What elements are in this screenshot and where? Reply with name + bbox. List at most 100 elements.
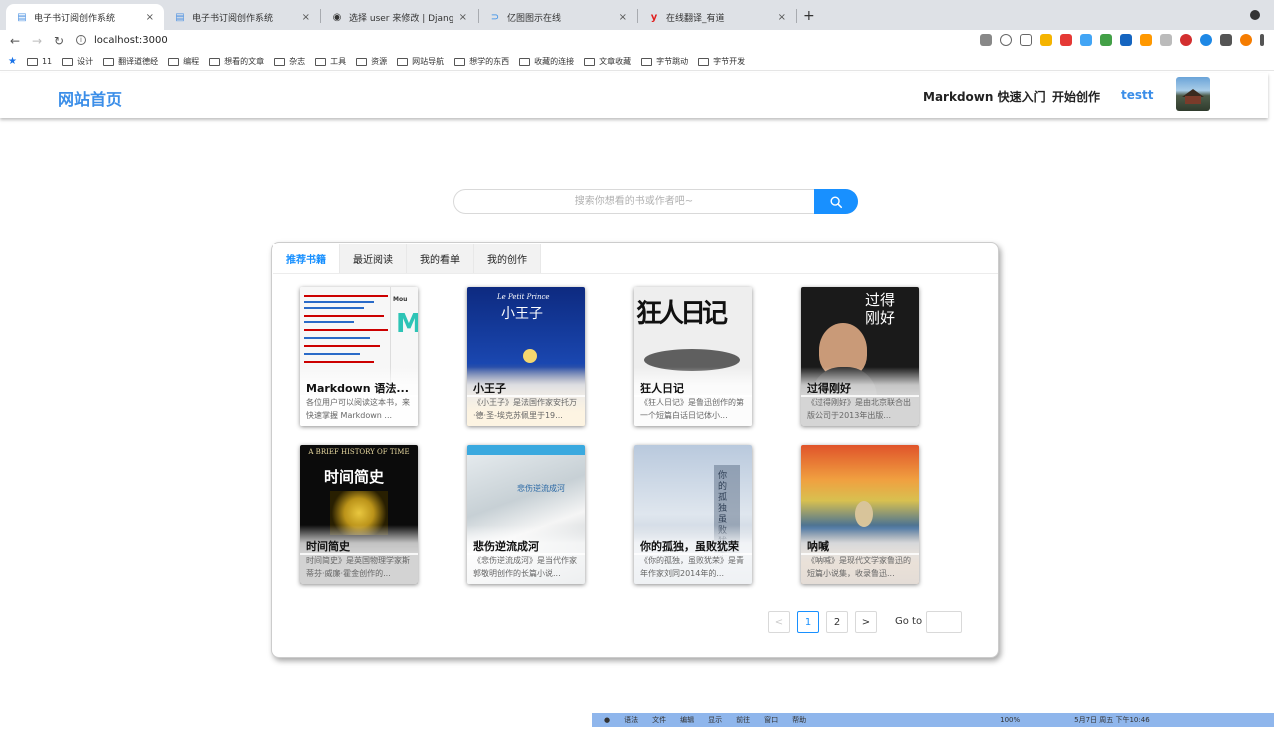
extension-icon[interactable] (1180, 34, 1192, 46)
address-bar[interactable]: i localhost:3000 (76, 32, 168, 48)
book-card[interactable]: 悲伤逆流成河 悲伤逆流成河 《悲伤逆流成河》是当代作家郭敬明创作的长篇小说... (467, 445, 585, 584)
extension-icon[interactable] (1120, 34, 1132, 46)
bookmark-folder[interactable]: 编程 (168, 56, 199, 67)
bookmark-folder[interactable]: 设计 (62, 56, 93, 67)
book-description: 时间简史》是英国物理学家斯蒂芬·威廉·霍金创作的... (300, 553, 418, 584)
book-card[interactable]: Le Petit Prince 小王子 小王子 《小王子》是法国作家安托万·德·… (467, 287, 585, 426)
menu-icon[interactable] (1260, 34, 1264, 46)
bookmark-folder[interactable]: 杂志 (274, 56, 305, 67)
forward-icon[interactable]: → (26, 34, 48, 48)
extension-icon[interactable] (1160, 34, 1172, 46)
bookmark-folder[interactable]: 想学的东西 (454, 56, 509, 67)
profile-icon[interactable] (1240, 34, 1252, 46)
zoom-icon[interactable] (1000, 34, 1012, 46)
clock[interactable]: 5月7日 周五 下午10:46 (1074, 715, 1150, 725)
folder-icon (641, 57, 653, 66)
battery-status: 100% (1000, 716, 1021, 724)
translate-icon[interactable] (980, 34, 992, 46)
book-card[interactable]: Mou M Markdown 语法... 各位用户可以阅读这本书，来快速掌握 M… (300, 287, 418, 426)
search-box (453, 189, 858, 214)
avatar-building (1185, 96, 1201, 104)
bookmark-folder[interactable]: 字节开发 (698, 56, 745, 67)
tab-title: 电子书订阅创作系统 (192, 13, 274, 24)
book-title: 悲伤逆流成河 (473, 540, 539, 553)
book-description: 《小王子》是法国作家安托万·德·圣-埃克苏佩里于19... (467, 395, 585, 426)
goto-page-input[interactable] (926, 611, 962, 633)
page-button-2[interactable]: 2 (826, 611, 848, 633)
tabs-divider (273, 273, 998, 274)
extension-icon[interactable] (1080, 34, 1092, 46)
globe-icon: ◉ (332, 11, 342, 23)
bookmark-folder[interactable]: 资源 (356, 56, 387, 67)
bookmark-folder[interactable]: 字节跳动 (641, 56, 688, 67)
search-button[interactable] (814, 189, 858, 214)
browser-tab-3[interactable]: ◉ 选择 user 来修改 | Django 站点管 × (321, 4, 477, 30)
page-button-1[interactable]: 1 (797, 611, 819, 633)
back-icon[interactable]: ← (4, 34, 26, 48)
close-icon[interactable]: × (778, 12, 786, 23)
new-tab-button[interactable]: + (803, 8, 815, 24)
star-icon[interactable] (1020, 34, 1032, 46)
tab-watchlist[interactable]: 我的看单 (407, 244, 474, 273)
book-card[interactable]: 狂人日记 狂人日记 《狂人日记》是鲁迅创作的第一个短篇白话日记体小... (634, 287, 752, 426)
book-title: 狂人日记 (640, 382, 684, 395)
menu-item[interactable]: 编辑 (680, 715, 694, 725)
apple-icon[interactable]: ● (604, 716, 610, 724)
extension-icon[interactable] (1200, 34, 1212, 46)
nav-markdown-guide[interactable]: Markdown 快速入门 (923, 88, 1046, 105)
nav-start-writing[interactable]: 开始创作 (1052, 88, 1100, 105)
bookmark-folder[interactable]: 网站导航 (397, 56, 444, 67)
bookmark-folder[interactable]: 工具 (315, 56, 346, 67)
extension-icon[interactable] (1140, 34, 1152, 46)
extension-icon[interactable] (1040, 34, 1052, 46)
search-input[interactable] (454, 190, 814, 213)
close-icon[interactable]: × (459, 12, 467, 23)
bookmark-folder[interactable]: 想看的文章 (209, 56, 264, 67)
cover-label: 狂人日记 (636, 299, 728, 329)
menu-item[interactable]: 帮助 (792, 715, 806, 725)
cover-label: 过得刚好 (865, 291, 896, 327)
menu-item[interactable]: 前往 (736, 715, 750, 725)
pagination: < 1 2 > Go to (768, 611, 968, 633)
close-icon[interactable]: × (302, 12, 310, 23)
site-logo-link[interactable]: 网站首页 (58, 86, 122, 110)
tab-recent[interactable]: 最近阅读 (340, 244, 407, 273)
menu-item[interactable]: 文件 (652, 715, 666, 725)
account-icon[interactable] (1250, 10, 1260, 20)
book-description: 《你的孤独，虽败犹荣》是青年作家刘同2014年的... (634, 553, 752, 584)
browser-tab-2[interactable]: ▤ 电子书订阅创作系统 × (164, 4, 320, 30)
browser-tab-4[interactable]: ⊃ 亿图图示在线 × (479, 4, 637, 30)
book-title: 小王子 (473, 382, 506, 395)
close-icon[interactable]: × (619, 12, 627, 23)
close-icon[interactable]: × (146, 12, 154, 23)
bookmark-folder[interactable]: 翻译道德经 (103, 56, 158, 67)
book-card[interactable]: 你的孤独虽败犹荣 你的孤独，虽败犹荣 《你的孤独，虽败犹荣》是青年作家刘同201… (634, 445, 752, 584)
extension-icon[interactable] (1100, 34, 1112, 46)
browser-tab-5[interactable]: y 在线翻译_有道 × (638, 4, 796, 30)
next-page-button[interactable]: > (855, 611, 877, 633)
tab-my-creations[interactable]: 我的创作 (474, 244, 541, 273)
book-card[interactable]: 过得刚好 过得刚好 《过得刚好》是由北京联合出版公司于2013年出版... (801, 287, 919, 426)
tab-recommended[interactable]: 推荐书籍 (273, 244, 340, 273)
reload-icon[interactable]: ↻ (48, 34, 70, 48)
tab-title: 电子书订阅创作系统 (34, 13, 116, 24)
menu-item[interactable]: 语法 (624, 715, 638, 725)
book-card[interactable]: A BRIEF HISTORY OF TIME 时间简史 时间简史 时间简史》是… (300, 445, 418, 584)
bookmark-folder[interactable]: 11 (26, 57, 52, 66)
tab-title: 亿图图示在线 (507, 13, 562, 24)
book-card[interactable]: 呐喊 《呐喊》是现代文学家鲁迅的短篇小说集，收录鲁迅... (801, 445, 919, 584)
menu-item[interactable]: 显示 (708, 715, 722, 725)
avatar[interactable] (1176, 77, 1210, 111)
bookmark-folder[interactable]: 收藏的连接 (519, 56, 574, 67)
menu-item[interactable]: 窗口 (764, 715, 778, 725)
cover-label: Mou (393, 296, 408, 303)
browser-tab-1[interactable]: ▤ 电子书订阅创作系统 × (6, 4, 164, 30)
info-icon[interactable]: i (76, 35, 86, 45)
star-icon[interactable]: ★ (8, 56, 17, 67)
extension-icon[interactable] (1060, 34, 1072, 46)
extension-icons (980, 34, 1264, 46)
username-link[interactable]: testt (1121, 88, 1154, 102)
bookmark-folder[interactable]: 文章收藏 (584, 56, 631, 67)
prev-page-button[interactable]: < (768, 611, 790, 633)
puzzle-icon[interactable] (1220, 34, 1232, 46)
